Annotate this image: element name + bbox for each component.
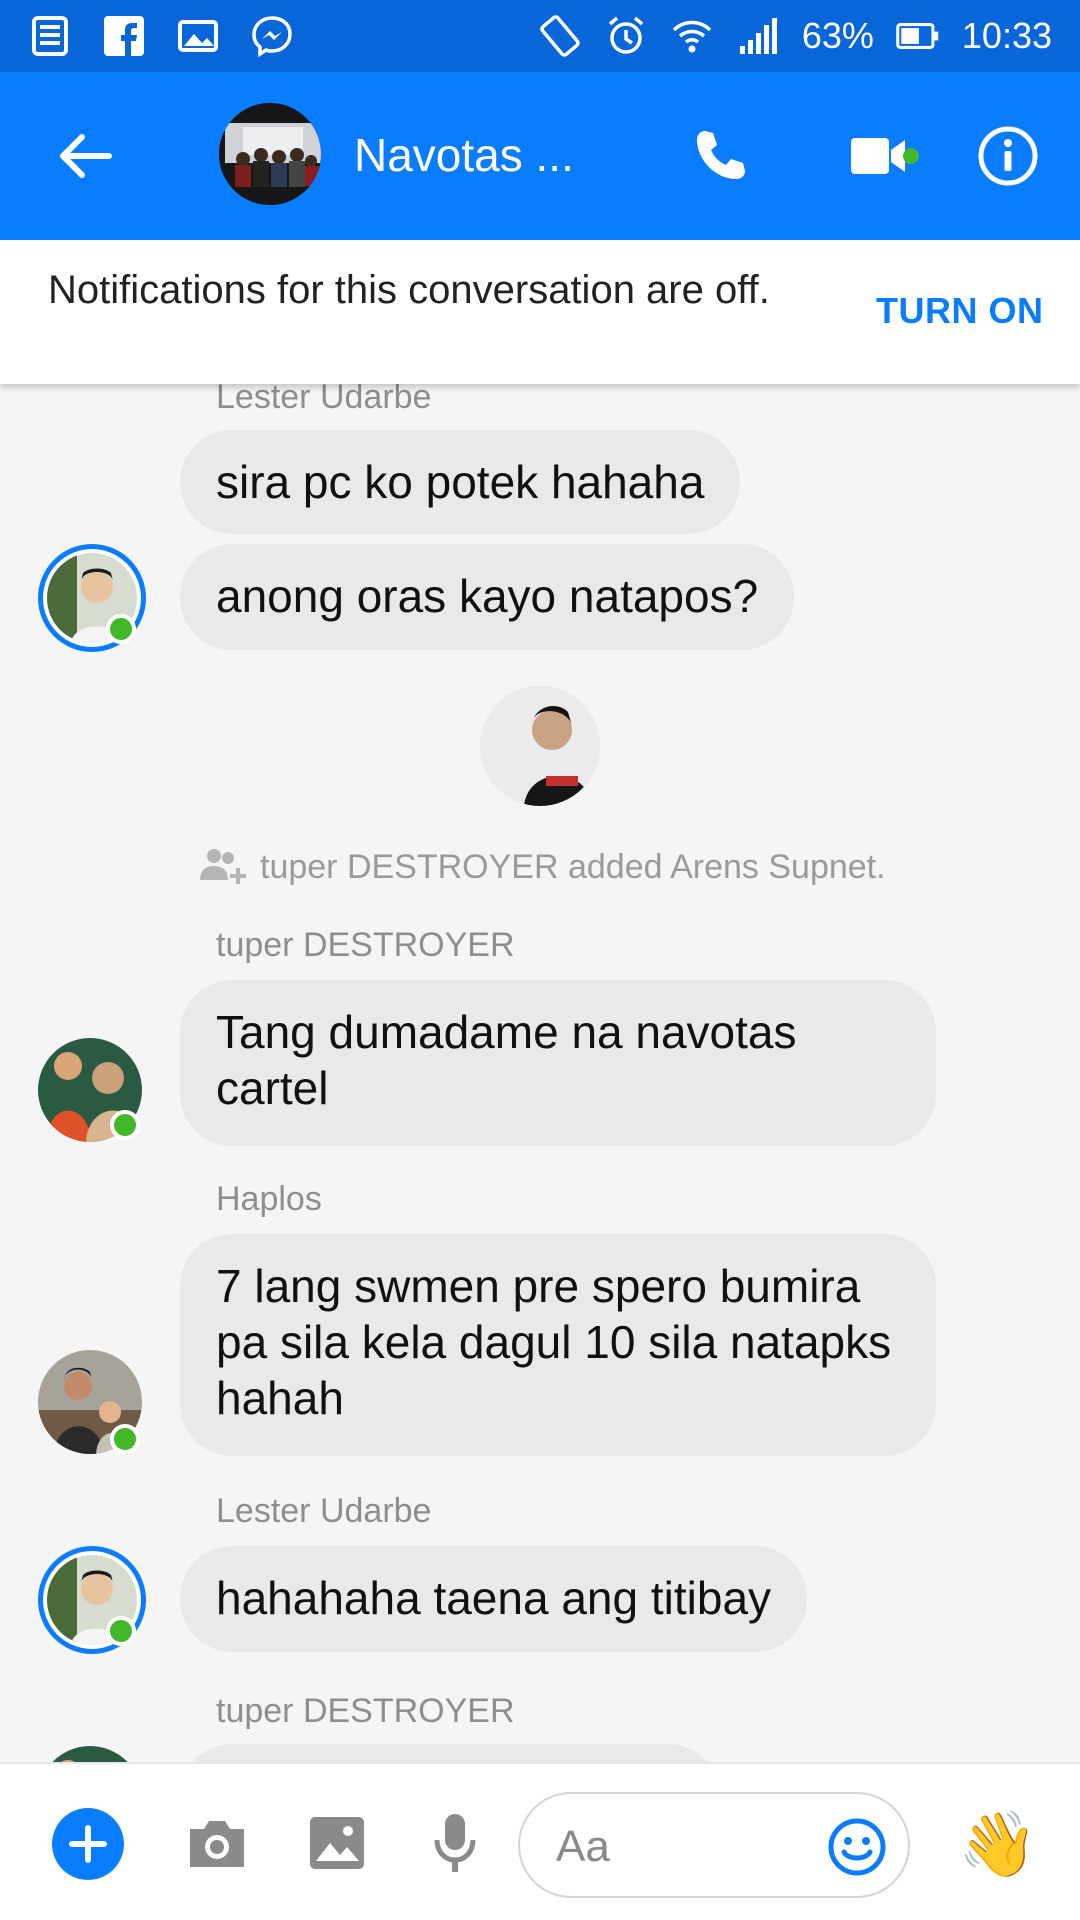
battery-icon	[896, 14, 940, 58]
voice-message-button[interactable]	[420, 1810, 490, 1876]
send-wave-button[interactable]: 👋	[958, 1804, 1038, 1884]
info-icon	[978, 126, 1038, 186]
message-composer: Aa 👋	[0, 1762, 1080, 1920]
more-actions-button[interactable]	[52, 1808, 124, 1880]
alarm-icon	[604, 14, 648, 58]
phone-icon	[697, 131, 745, 179]
online-indicator	[106, 1616, 136, 1646]
message-bubble[interactable]: sira pc ko potek hahaha	[180, 430, 741, 534]
online-indicator	[110, 1424, 140, 1454]
group-avatar[interactable]	[216, 100, 324, 208]
online-indicator	[110, 1110, 140, 1140]
plus-icon	[69, 1825, 107, 1863]
conversation-info-button[interactable]	[974, 122, 1042, 190]
clock: 10:33	[961, 15, 1052, 56]
arrow-left-icon	[60, 134, 112, 178]
rotate-icon	[538, 14, 582, 58]
video-camera-icon	[851, 138, 905, 174]
waving-hand-icon: 👋	[958, 1808, 1038, 1880]
video-active-dot	[903, 148, 919, 164]
news-icon	[28, 14, 72, 58]
voice-call-button[interactable]	[686, 122, 754, 190]
wifi-icon	[670, 14, 714, 58]
sender-name: Haplos	[216, 1180, 322, 1218]
facebook-icon	[102, 14, 146, 58]
group-photo	[219, 103, 321, 205]
online-indicator	[106, 614, 136, 644]
back-button[interactable]	[50, 124, 120, 188]
turn-on-notifications-button[interactable]: TURN ON	[876, 290, 1044, 332]
profile-photo	[480, 686, 600, 806]
add-people-icon	[200, 849, 246, 884]
messenger-screen: 63% 10:33 Navotas ... Notifications for …	[0, 0, 1080, 1920]
sender-name: Lester Udarbe	[216, 1492, 432, 1530]
battery-percent: 63%	[801, 15, 874, 56]
conversation-title[interactable]: Navotas ...	[354, 128, 574, 182]
message-bubble[interactable]: 7 lang swmen pre spero bumira pa sila ke…	[180, 1234, 936, 1456]
system-event: tuper DESTROYER added Arens Supnet.	[200, 846, 886, 888]
message-input[interactable]: Aa	[518, 1792, 910, 1898]
sender-name: tuper DESTROYER	[216, 926, 515, 964]
gallery-icon	[176, 14, 220, 58]
camera-button[interactable]	[182, 1810, 252, 1876]
message-input-placeholder: Aa	[556, 1822, 610, 1871]
message-bubble[interactable]: hahahaha taena ang titibay	[180, 1546, 808, 1652]
messenger-icon	[250, 14, 294, 58]
message-bubble[interactable]: anong oras kayo natapos?	[180, 544, 795, 650]
signal-icon	[736, 14, 780, 58]
message-bubble[interactable]: Tang dumadame na navotas cartel	[180, 980, 936, 1146]
added-member-avatar[interactable]	[480, 686, 600, 806]
emoji-icon[interactable]	[826, 1816, 888, 1878]
camera-icon	[190, 1821, 244, 1867]
gallery-button[interactable]	[302, 1810, 372, 1876]
status-bar: 63% 10:33	[0, 0, 1080, 72]
notifications-off-banner: Notifications for this conversation are …	[0, 240, 1080, 384]
image-icon	[310, 1817, 364, 1869]
notifications-off-text: Notifications for this conversation are …	[48, 268, 770, 312]
system-event-text: tuper DESTROYER added Arens Supnet.	[260, 847, 886, 886]
sender-name: tuper DESTROYER	[216, 1692, 515, 1730]
microphone-icon	[434, 1814, 476, 1872]
